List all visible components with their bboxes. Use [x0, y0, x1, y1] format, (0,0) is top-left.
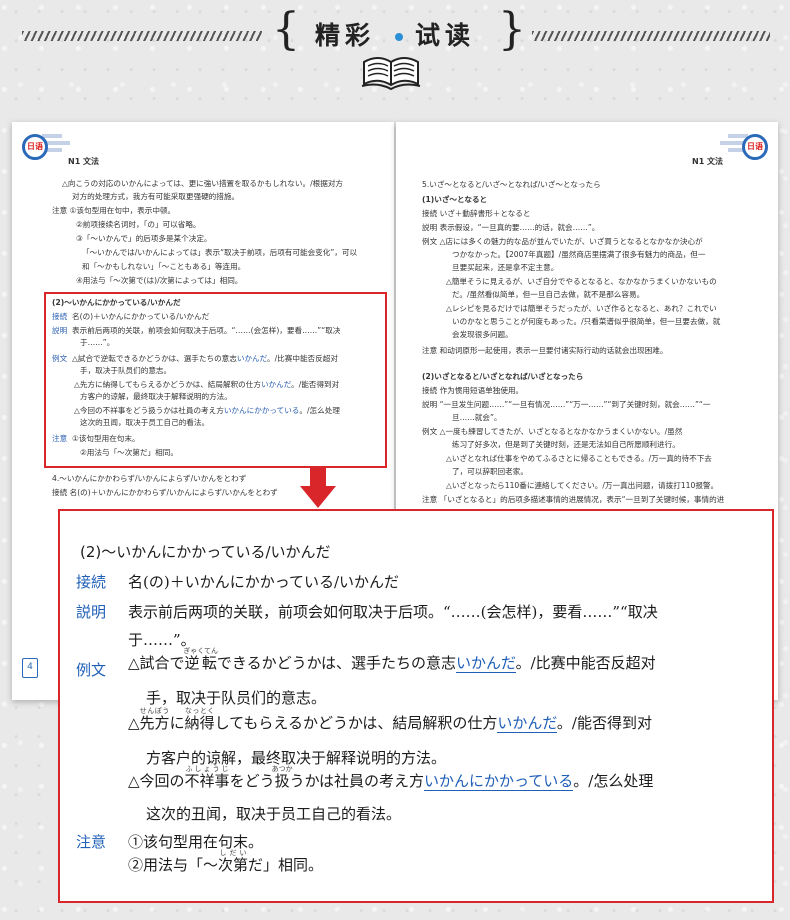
text-line: 例文 △一度も練習してきたが、いざとなるとなかなかうまくいかない。/虽然: [422, 427, 683, 436]
text-line: 旦……就会”。: [452, 413, 502, 422]
text-line: △いざとなれば仕事をやめてふるさとに帰ることもできる。/万一真的待不下去: [446, 454, 712, 463]
header: { 精彩 试读 }: [0, 0, 790, 110]
text-line: 注意 「いざとなると」的后项多描述事情的进展情况，表示“一旦到了关键时候，事情的…: [422, 495, 725, 504]
highlight-frame: [44, 292, 387, 468]
page-number-badge: 4: [22, 658, 38, 678]
example-3: △今回の不祥事ふしょうじをどう扱あつかうかは社員の考え方いかんにかかっている。/…: [128, 765, 654, 791]
text-line: つかなかった。【2007年真题】/虽然商店里摆满了很多有魅力的商品，但一: [452, 250, 706, 259]
brace-left: {: [272, 4, 300, 55]
hatch-decoration-right: [532, 31, 770, 41]
text-line: 了，可以辞职回老家。: [452, 467, 528, 476]
running-head: N1 文法: [692, 157, 724, 166]
text-line: △レシピを見るだけでは簡単そうだったが、いざ作るとなると、あれ？これでい: [446, 304, 717, 313]
text-line: 説明 “一旦发生问题……”“一旦有情况……”“万一……”“到了关键时刻，就会………: [422, 400, 711, 409]
arrow-down-icon: [300, 468, 336, 508]
label-chui: 注意: [76, 833, 107, 851]
magnifier-logo-icon: 日语: [742, 134, 768, 160]
sub-heading: (1)いざ～となると: [422, 195, 488, 204]
brace-right: }: [498, 4, 526, 55]
label-setsuzoku: 接続: [76, 573, 107, 591]
text-line: 注意 和动词原形一起使用，表示一旦要付诸实际行动的话就会出现困难。: [422, 346, 668, 355]
setsumei-text-1: 表示前后两项的关联，前项会如何取决于后项。“……(会怎样)，要看……”“取决: [128, 603, 658, 621]
text-line: 注意 ①该句型用在句中，表示中顿。: [52, 206, 176, 215]
panel-heading: (2)～いかんにかかっている/いかんだ: [80, 543, 331, 561]
text-line: 会发现很多问题。: [452, 330, 513, 339]
text-line: ④用法与「～次第で(は)/次第によっては」相同。: [76, 276, 243, 285]
text-line: いのかなと思うことが何度もあった。/只看菜谱似乎很简单，但一旦要去做，就: [452, 317, 721, 326]
label-setsumei: 説明: [76, 603, 107, 621]
text-line: だ。/虽然看似简单，但一旦自己去做，就不是那么容易。: [452, 290, 645, 299]
running-head: N1 文法: [68, 157, 100, 166]
text-line: 接続 作为惯用短语单独使用。: [422, 386, 524, 395]
magnified-panel: (2)～いかんにかかっている/いかんだ 接続 名(の)＋いかんにかかっている/い…: [58, 509, 774, 903]
text-line: ③「～いかんで」的后项多是某个决定。: [76, 234, 212, 243]
text-line: 接続 名(の)＋いかんにかかわらず/いかんによらず/いかんをとわず: [52, 488, 278, 497]
example-1-translation: 手，取决于队员们的意志。: [146, 689, 327, 707]
chui-note-2: ②用法与「～次第しだいだ」相同。: [128, 849, 324, 874]
example-1: △試合で逆転ぎゃくてんできるかどうかは、選手たちの意志いかんだ。/比赛中能否反超…: [128, 647, 656, 673]
text-line: 对方的处理方式，我方有可能采取更强硬的措施。: [72, 192, 240, 201]
stripe: [42, 134, 62, 138]
text-line: 旦要买起来，还是拿不定主意。: [452, 263, 559, 272]
header-dot: [395, 33, 403, 41]
text-line: 练习了好多次，但是到了关键时刻，还是无法如自己所愿顺利进行。: [452, 440, 680, 449]
text-line: 接続 いざ＋動辞書形＋となると: [422, 209, 531, 218]
example-3-translation: 这次的丑闻，取决于员工自己的看法。: [146, 805, 402, 823]
text-line: △簡単そうに見えるが、いざ自分でやるとなると、なかなかうまくいかないもの: [446, 277, 717, 286]
example-2: △先方せんぽうに納得なっとくしてもらえるかどうかは、結局解釈の仕方いかんだ。/能…: [128, 707, 652, 733]
hatch-decoration-left: [22, 31, 262, 41]
section-title: 5.いざ～となると/いざ～となれば/いざ～となったら: [422, 180, 601, 189]
text-line: ②前项接续名词时，「の」可以省略。: [76, 220, 201, 229]
section-title: 4.～いかんにかかわらず/いかんによらず/いかんをとわず: [52, 474, 247, 483]
text-line: △いざとなったら110番に連絡してください。/万一真出问题，请拨打110报警。: [446, 481, 719, 490]
open-book-icon: [361, 57, 421, 91]
text-line: 和「～かもしれない」「～こともある」等连用。: [82, 262, 246, 271]
text-line: 「～いかんでは/いかんによっては」表示“取决于前项，后项有可能会变化”，可以: [82, 248, 358, 257]
header-title-right: 试读: [415, 21, 476, 50]
header-title-left: 精彩: [315, 21, 376, 50]
label-reibun: 例文: [76, 661, 107, 679]
text-line: 例文 △店には多くの魅力的な品が並んでいたが、いざ買うとなるとなかなか決心が: [422, 237, 703, 246]
sub-heading: (2)いざとなると/いざとなれば/いざとなったら: [422, 372, 584, 381]
text-line: 説明 表示假设，“一旦真的要……的话，就会……”。: [422, 223, 600, 232]
text-line: △向こうの対応のいかんによっては、更に強い措置を取るかもしれない。/根据对方: [62, 179, 344, 188]
setsuzoku-text: 名(の)＋いかんにかかっている/いかんだ: [128, 573, 400, 591]
magnifier-logo-icon: 日语: [22, 134, 48, 160]
